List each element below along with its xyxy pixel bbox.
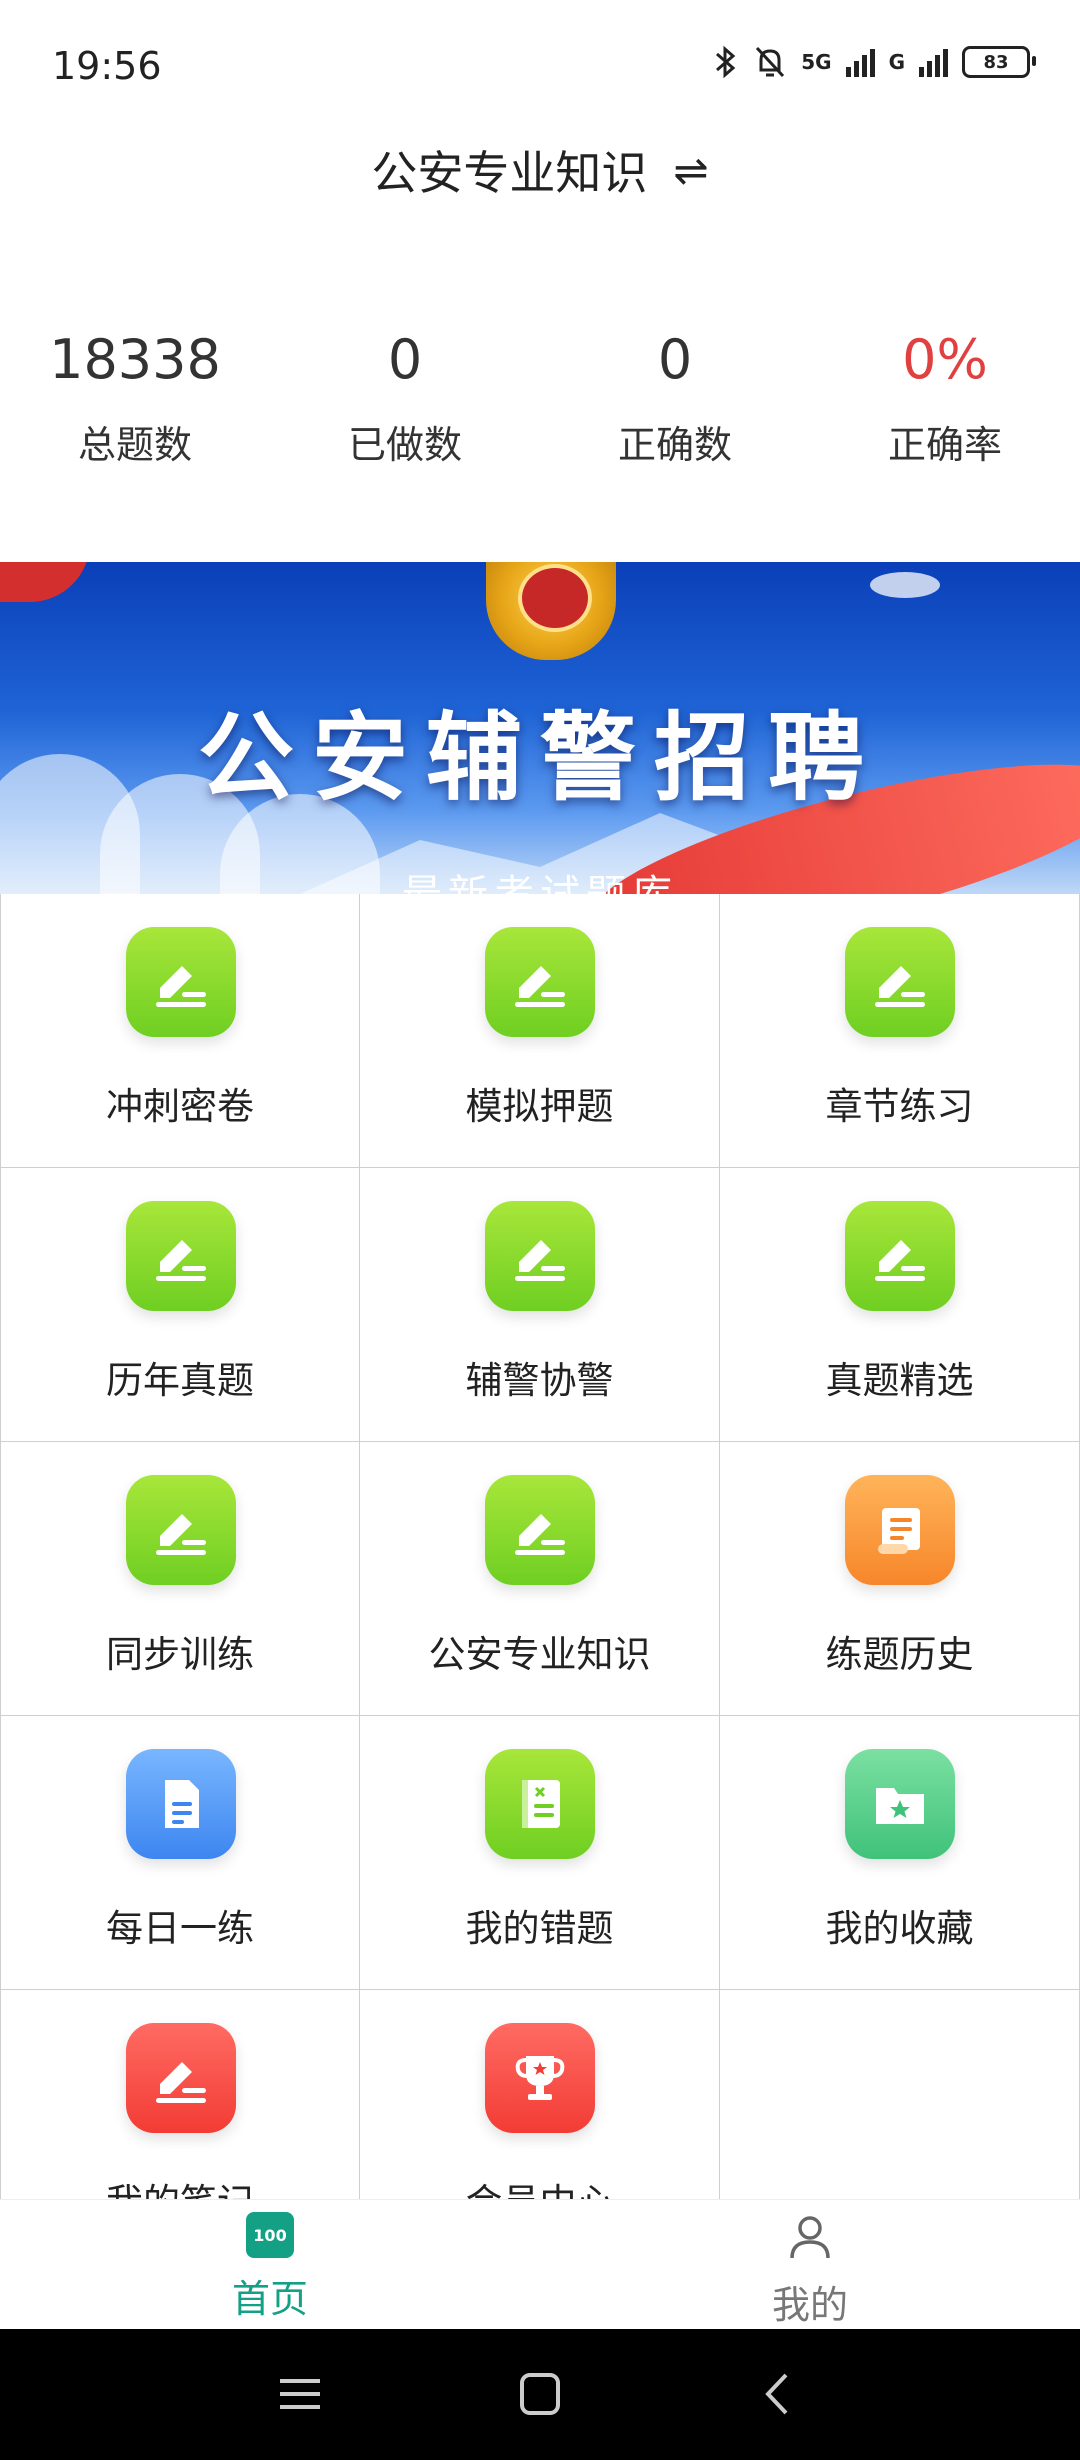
ribbon-decoration	[0, 562, 90, 602]
stat-total: 18338 总题数	[0, 320, 270, 480]
banner-subtitle: 最新考试题库	[0, 862, 1080, 894]
grid-item-daily-practice[interactable]: 每日一练	[0, 1716, 360, 1990]
promo-banner[interactable]: 公安辅警招聘 最新考试题库	[0, 562, 1080, 894]
pencil-icon	[845, 927, 955, 1037]
page-title: 公安专业知识	[371, 146, 648, 200]
wrong-book-icon	[485, 1749, 595, 1859]
grid-item-label: 练题历史	[825, 1633, 974, 1676]
system-nav-bar	[0, 2329, 1080, 2460]
grid-item-practice-history[interactable]: 练题历史	[720, 1442, 1080, 1716]
grid-item-favorites[interactable]: 我的收藏	[720, 1716, 1080, 1990]
bird-decoration	[870, 572, 940, 598]
subject-switcher[interactable]: 公安专业知识 ⇌	[0, 120, 1080, 220]
bluetooth-icon	[716, 45, 736, 79]
grid-item-past-exams[interactable]: 历年真题	[0, 1168, 360, 1442]
pencil-icon	[126, 927, 236, 1037]
grid-item-label: 我的收藏	[825, 1907, 974, 1950]
scroll-icon	[845, 1475, 955, 1585]
grid-item-mock-exam[interactable]: 模拟押题	[360, 894, 720, 1168]
grid-item-label: 会员中心	[360, 2172, 719, 2199]
grid-item-member-center[interactable]: 会员中心	[360, 1990, 720, 2199]
grid-item-label: 同步训练	[106, 1633, 254, 1676]
menu-icon[interactable]	[270, 2369, 330, 2419]
feature-grid: 冲刺密卷 模拟押题 章节练习 历年真题 辅警协警 真题精选 同步训练 公安专业知…	[0, 894, 1080, 2199]
pencil-icon	[126, 1201, 236, 1311]
mute-bell-icon	[756, 46, 785, 78]
grid-item-label: 冲刺密卷	[106, 1085, 254, 1128]
stat-done-label: 已做数	[347, 423, 462, 467]
home-square-icon[interactable]	[510, 2369, 570, 2419]
back-icon[interactable]	[750, 2369, 810, 2419]
stat-total-label: 总题数	[77, 423, 192, 467]
status-bar: 19:56 5G G 83	[0, 0, 1080, 120]
grid-item-label: 真题精选	[825, 1359, 974, 1402]
pencil-icon	[485, 927, 595, 1037]
grid-item-label: 辅警协警	[465, 1359, 614, 1402]
pencil-icon	[845, 1201, 955, 1311]
home-icon: 100	[246, 2212, 294, 2258]
grid-item-sprint-paper[interactable]: 冲刺密卷	[0, 894, 360, 1168]
grid-item-label: 章节练习	[825, 1085, 974, 1128]
trophy-icon	[485, 2023, 595, 2133]
tab-home[interactable]: 100 首页	[0, 2212, 540, 2323]
stat-rate: 0% 正确率	[810, 320, 1080, 480]
folder-star-icon	[845, 1749, 955, 1859]
pencil-icon	[485, 1201, 595, 1311]
grid-item-auxiliary-police[interactable]: 辅警协警	[360, 1168, 720, 1442]
network-g-label: G	[888, 50, 905, 74]
swap-icon[interactable]: ⇌	[673, 146, 708, 195]
network-5g-label: 5G	[801, 50, 832, 74]
pencil-icon	[485, 1475, 595, 1585]
grid-item-label: 我的错题	[465, 1907, 614, 1950]
signal-bars-2-icon	[919, 47, 948, 77]
stat-correct-value: 0	[657, 328, 693, 391]
grid-item-wrong-questions[interactable]: 我的错题	[360, 1716, 720, 1990]
banner-title: 公安辅警招聘	[198, 702, 882, 814]
pencil-icon	[126, 1475, 236, 1585]
grid-item-chapter-practice[interactable]: 章节练习	[720, 894, 1080, 1168]
stat-done: 0 已做数	[270, 320, 540, 480]
bottom-nav: 100 首页 我的	[0, 2199, 1080, 2330]
status-time: 19:56	[52, 44, 162, 88]
grid-item-police-knowledge[interactable]: 公安专业知识	[360, 1442, 720, 1716]
grid-item-my-notes[interactable]: 我的笔记	[0, 1990, 360, 2199]
document-icon	[126, 1749, 236, 1859]
pencil-icon	[126, 2023, 236, 2133]
grid-item-sync-training[interactable]: 同步训练	[0, 1442, 360, 1716]
grid-item-empty	[720, 1990, 1080, 2199]
grid-item-selected-exams[interactable]: 真题精选	[720, 1168, 1080, 1442]
stat-done-value: 0	[387, 328, 423, 391]
tab-me-label: 我的	[771, 2283, 848, 2327]
tab-home-label: 首页	[231, 2277, 308, 2321]
signal-bars-icon	[845, 47, 875, 77]
status-icons: 5G G 83	[713, 42, 1036, 82]
stat-rate-value: 0%	[902, 328, 988, 391]
stat-rate-label: 正确率	[887, 423, 1002, 467]
grid-item-label: 我的笔记	[1, 2172, 359, 2199]
stat-total-value: 18338	[49, 328, 221, 391]
grid-item-label: 模拟押题	[465, 1085, 614, 1128]
user-icon	[790, 2216, 830, 2259]
stat-correct: 0 正确数	[540, 320, 810, 480]
grid-item-label: 每日一练	[106, 1907, 254, 1950]
stat-correct-label: 正确数	[617, 423, 732, 467]
grid-item-label: 公安专业知识	[428, 1633, 651, 1676]
battery-icon: 83	[962, 46, 1036, 78]
grid-item-label: 历年真题	[106, 1359, 254, 1402]
police-emblem-icon	[486, 562, 616, 660]
battery-level: 83	[983, 51, 1009, 73]
stats-panel: 18338 总题数 0 已做数 0 正确数 0% 正确率	[0, 320, 1080, 480]
tab-me[interactable]: 我的	[540, 2212, 1080, 2329]
